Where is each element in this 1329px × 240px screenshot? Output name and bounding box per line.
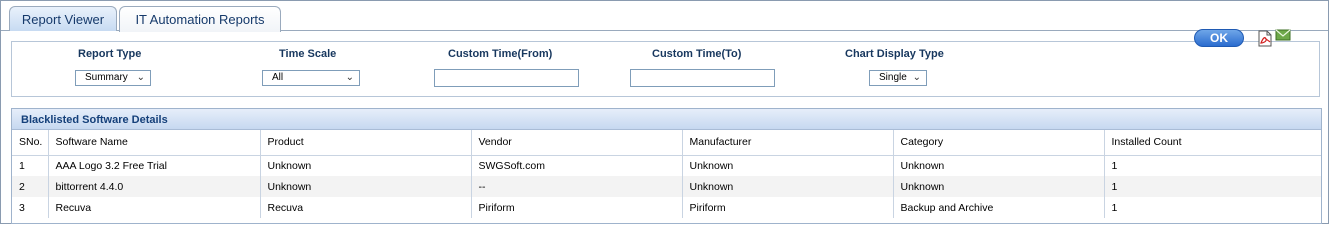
custom-time-to-input[interactable] (630, 69, 775, 87)
software-table: SNo. Software Name Product Vendor Manufa… (12, 130, 1321, 218)
report-type-value: Summary (85, 72, 128, 83)
chevron-down-icon: ⌄ (912, 72, 921, 83)
blacklisted-software-grid: Blacklisted Software Details SNo. Softwa… (11, 108, 1322, 224)
tab-strip: Report Viewer IT Automation Reports (1, 1, 1328, 32)
email-icon[interactable] (1275, 28, 1291, 42)
custom-time-to-label: Custom Time(To) (652, 48, 742, 60)
custom-time-from-label: Custom Time(From) (448, 48, 553, 60)
cell-software-name: AAA Logo 3.2 Free Trial (48, 155, 261, 176)
chevron-down-icon: ⌄ (136, 72, 145, 83)
cell-manufacturer: Piriform (682, 197, 894, 218)
cell-category: Backup and Archive (893, 197, 1105, 218)
time-scale-select[interactable]: All ⌄ (262, 70, 360, 86)
tab-it-automation-reports[interactable]: IT Automation Reports (119, 6, 281, 32)
chart-display-type-value: Single (879, 72, 907, 83)
column-header-vendor[interactable]: Vendor (471, 130, 683, 156)
cell-installed-count: 1 (1104, 176, 1321, 197)
column-header-software-name[interactable]: Software Name (48, 130, 261, 156)
cell-sno: 1 (12, 155, 49, 176)
cell-product: Unknown (260, 155, 472, 176)
column-header-manufacturer[interactable]: Manufacturer (682, 130, 894, 156)
cell-category: Unknown (893, 155, 1105, 176)
report-type-select[interactable]: Summary ⌄ (75, 70, 151, 86)
cell-product: Recuva (260, 197, 472, 218)
cell-sno: 3 (12, 197, 49, 218)
grid-title: Blacklisted Software Details (12, 109, 1321, 130)
cell-vendor: -- (471, 176, 683, 197)
cell-installed-count: 1 (1111, 159, 1118, 172)
cell-manufacturer: Unknown (682, 155, 894, 176)
cell-installed-count: 1 (1111, 201, 1118, 214)
cell-category: Unknown (893, 176, 1105, 197)
cell-manufacturer: Unknown (682, 176, 894, 197)
time-scale-value: All (272, 72, 284, 83)
chevron-down-icon: ⌄ (345, 72, 354, 83)
pdf-export-icon[interactable] (1258, 30, 1272, 47)
chart-display-type-label: Chart Display Type (845, 48, 944, 60)
table-header-row: SNo. Software Name Product Vendor Manufa… (12, 130, 1321, 156)
cell-product: Unknown (260, 176, 472, 197)
cell-vendor: Piriform (471, 197, 683, 218)
column-header-category[interactable]: Category (893, 130, 1105, 156)
column-header-product[interactable]: Product (260, 130, 472, 156)
ok-button[interactable]: OK (1194, 29, 1244, 47)
cell-software-name: bittorrent 4.4.0 (48, 176, 261, 197)
cell-vendor: SWGSoft.com (471, 155, 683, 176)
column-header-sno[interactable]: SNo. (12, 130, 49, 156)
column-header-installed-count[interactable]: Installed Count (1104, 130, 1321, 156)
filter-panel: Report Type Summary ⌄ Time Scale All ⌄ C… (11, 41, 1320, 97)
table-row[interactable]: 3 Recuva Recuva Piriform Piriform Backup… (12, 197, 1321, 218)
cell-software-name: Recuva (48, 197, 261, 218)
cell-sno: 2 (12, 176, 49, 197)
report-viewer-window: Report Viewer IT Automation Reports Repo… (0, 0, 1329, 224)
report-type-label: Report Type (78, 48, 142, 60)
chart-display-type-select[interactable]: Single ⌄ (869, 70, 927, 86)
time-scale-label: Time Scale (279, 48, 337, 60)
tab-report-viewer[interactable]: Report Viewer (9, 6, 117, 31)
table-row[interactable]: 2 bittorrent 4.4.0 Unknown -- Unknown Un… (12, 176, 1321, 197)
custom-time-from-input[interactable] (434, 69, 579, 87)
table-row[interactable]: 1 AAA Logo 3.2 Free Trial Unknown SWGSof… (12, 155, 1321, 176)
